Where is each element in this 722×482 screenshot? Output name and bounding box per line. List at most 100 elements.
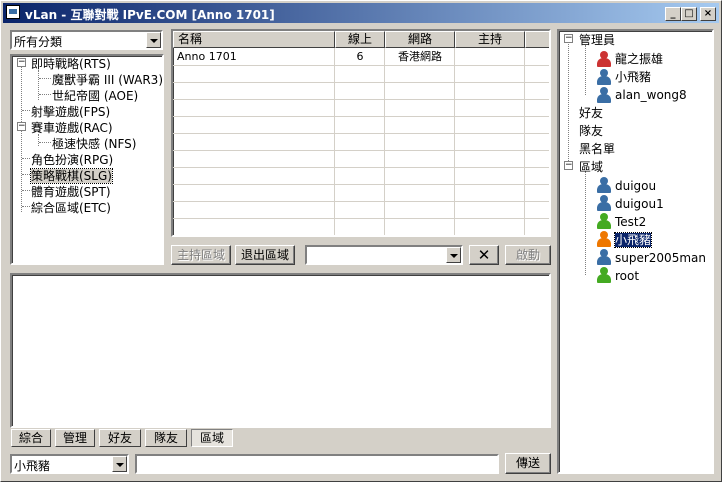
column-header-online[interactable]: 線上: [335, 31, 385, 48]
category-select[interactable]: 所有分類: [10, 30, 163, 50]
user-name: duigou1: [615, 197, 664, 211]
tree-connector: [38, 134, 39, 146]
host-zone-button[interactable]: 主持區域: [171, 245, 231, 265]
tree-connector: [39, 78, 51, 79]
tree-connector: [39, 94, 51, 95]
category-nfs[interactable]: 極速快感 (NFS): [52, 137, 136, 151]
collapse-icon[interactable]: −: [564, 161, 573, 170]
category-etc[interactable]: 綜合區域(ETC): [31, 201, 111, 215]
grid-line: [173, 99, 549, 100]
tree-connector: [22, 110, 30, 111]
collapse-icon[interactable]: −: [564, 34, 573, 43]
category-select-value: 所有分類: [14, 35, 63, 49]
tree-connector: [38, 70, 39, 100]
category-rac[interactable]: 賽車遊戲(RAC): [31, 121, 113, 135]
column-header-name[interactable]: 名稱: [173, 31, 335, 48]
collapse-icon[interactable]: −: [17, 58, 26, 67]
tree-connector: [568, 37, 569, 165]
group-team[interactable]: 隊友: [579, 124, 603, 138]
group-admins[interactable]: 管理員: [579, 33, 615, 47]
tab-friends[interactable]: 好友: [99, 429, 141, 447]
user-icon: [597, 195, 611, 211]
user-icon: [597, 231, 611, 247]
tree-connector: [585, 45, 586, 95]
grid-line: [334, 48, 335, 235]
minimize-button[interactable]: _: [665, 7, 681, 21]
tab-zone[interactable]: 區域: [191, 429, 233, 447]
tree-connector: [22, 174, 30, 175]
grid-line: [173, 116, 549, 117]
user-tree[interactable]: − 管理員 龍之振雄 小飛豬 alan_wong8 好友 隊友 黑名單 − 區域…: [557, 29, 714, 474]
category-rpg[interactable]: 角色扮演(RPG): [31, 153, 113, 167]
column-header-host[interactable]: 主持: [455, 31, 525, 48]
chat-user-select-value: 小飛豬: [14, 459, 51, 473]
user-name: Test2: [615, 215, 647, 229]
tab-general[interactable]: 綜合: [11, 429, 51, 447]
user-icon: [597, 87, 611, 103]
chevron-down-icon[interactable]: [446, 247, 461, 263]
send-button[interactable]: 傳送: [505, 453, 551, 474]
user-icon: [597, 249, 611, 265]
column-header-network[interactable]: 網路: [385, 31, 455, 48]
grid-line: [173, 184, 549, 185]
tree-connector: [585, 171, 586, 275]
user-icon: [597, 51, 611, 67]
column-header-filler: [525, 31, 549, 48]
user-name: 小飛豬: [615, 70, 652, 84]
chat-user-select[interactable]: 小飛豬: [10, 454, 129, 474]
maximize-button[interactable]: □: [681, 7, 697, 21]
group-zone[interactable]: 區域: [579, 160, 603, 174]
close-button[interactable]: ×: [700, 7, 716, 21]
group-friends[interactable]: 好友: [579, 106, 603, 120]
tab-team[interactable]: 隊友: [145, 429, 187, 447]
grid-line: [173, 65, 549, 66]
tree-connector: [22, 190, 30, 191]
category-aoe[interactable]: 世紀帝國 (AOE): [52, 89, 138, 103]
collapse-icon[interactable]: −: [17, 122, 26, 131]
room-table[interactable]: 名稱 線上 網路 主持 Anno 1701 6 香港網路: [171, 29, 551, 237]
room-online: 6: [356, 50, 364, 63]
chat-log[interactable]: [10, 273, 551, 428]
category-slg[interactable]: 策略戰棋(SLG): [30, 168, 113, 184]
user-name: root: [615, 269, 640, 283]
grid-line: [173, 218, 549, 219]
chevron-down-icon[interactable]: [112, 456, 127, 472]
tree-connector: [22, 158, 30, 159]
tab-admin[interactable]: 管理: [55, 429, 95, 447]
category-fps[interactable]: 射擊遊戲(FPS): [31, 105, 110, 119]
grid-line: [173, 150, 549, 151]
chevron-down-icon[interactable]: [146, 32, 161, 48]
grid-line: [384, 48, 385, 235]
title-bar[interactable]: vLan - 互聯對戰 IPvE.COM [Anno 1701] _ □ ×: [3, 3, 719, 23]
grid-line: [173, 167, 549, 168]
tree-connector: [39, 142, 51, 143]
user-name: super2005man: [615, 251, 706, 265]
grid-line: [173, 133, 549, 134]
grid-line: [173, 201, 549, 202]
user-icon: [597, 177, 611, 193]
main-window: vLan - 互聯對戰 IPvE.COM [Anno 1701] _ □ × 所…: [0, 0, 722, 482]
grid-line: [524, 48, 525, 235]
category-war3[interactable]: 魔獸爭霸 III (WAR3): [52, 73, 163, 87]
user-icon: [597, 267, 611, 283]
user-name: duigou: [615, 179, 657, 193]
grid-line: [173, 82, 549, 83]
launch-button[interactable]: 啟動: [505, 245, 551, 265]
grid-line: [454, 48, 455, 235]
tree-connector: [22, 206, 30, 207]
group-blacklist[interactable]: 黑名單: [579, 142, 615, 156]
room-network: 香港網路: [398, 50, 442, 63]
user-icon: [597, 69, 611, 85]
remove-button[interactable]: ✕: [469, 245, 499, 265]
chat-message-input[interactable]: [135, 454, 499, 474]
game-select[interactable]: [305, 245, 463, 265]
user-name: alan_wong8: [615, 88, 687, 102]
leave-zone-button[interactable]: 退出區域: [235, 245, 295, 265]
user-name-selected: 小飛豬: [613, 232, 653, 248]
app-icon: [6, 5, 20, 19]
category-spt[interactable]: 體育遊戲(SPT): [31, 185, 111, 199]
category-rts[interactable]: 即時戰略(RTS): [31, 57, 111, 71]
category-tree[interactable]: − 即時戰略(RTS) 魔獸爭霸 III (WAR3) 世紀帝國 (AOE) 射…: [10, 54, 164, 265]
user-name: 龍之振雄: [615, 52, 664, 66]
room-name: Anno 1701: [177, 50, 237, 63]
